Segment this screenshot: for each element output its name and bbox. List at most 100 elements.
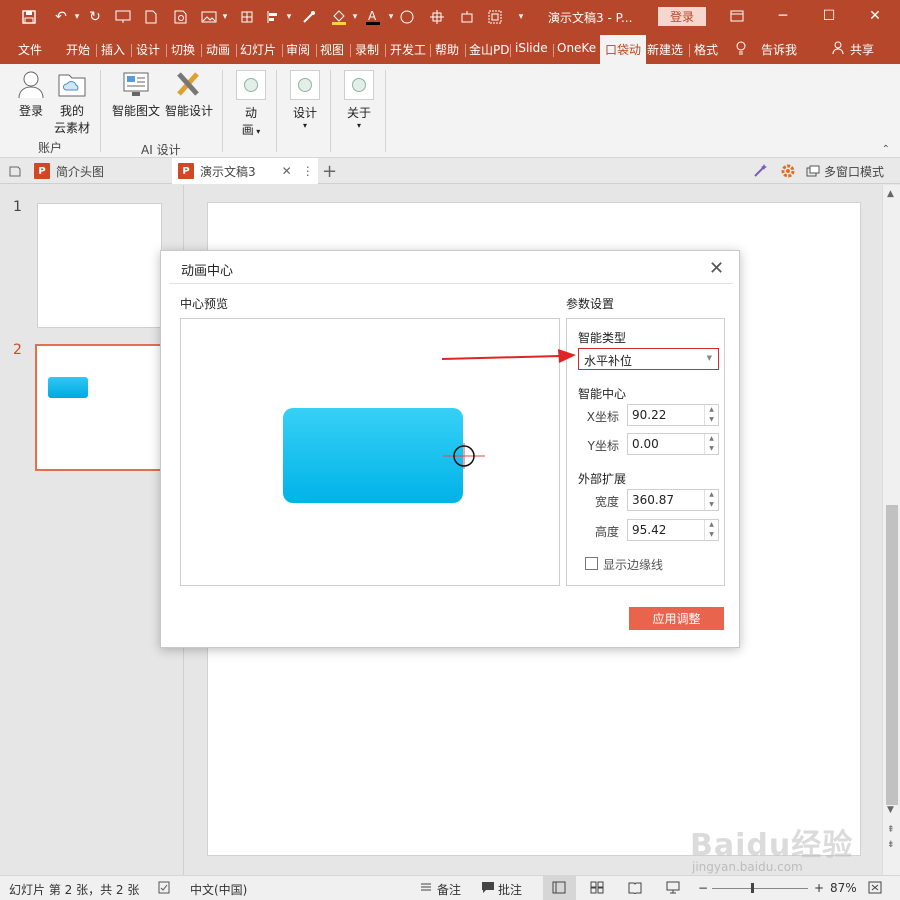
print-preview-icon[interactable]: [170, 7, 192, 27]
spinner-arrows-icon[interactable]: ▲ ▼: [704, 434, 718, 454]
language-indicator[interactable]: 中文(中国): [190, 881, 247, 898]
present-icon[interactable]: [112, 7, 134, 27]
zoom-level[interactable]: 87%: [830, 881, 857, 895]
slide-thumbnail-2[interactable]: [35, 344, 163, 471]
new-tab-icon[interactable]: +: [322, 158, 337, 184]
close-icon[interactable]: ✕: [860, 5, 890, 27]
tab-file[interactable]: 文件: [18, 41, 42, 58]
smart-design-button[interactable]: 智能设计: [162, 70, 216, 119]
align-dropdown-icon[interactable]: ▾: [278, 7, 300, 27]
doc-tab-presentation3[interactable]: P 演示文稿3 ✕ ⋮: [172, 158, 318, 184]
apply-button[interactable]: 应用调整: [629, 607, 724, 630]
eyedropper-icon[interactable]: [298, 7, 320, 27]
picture-dropdown-icon[interactable]: ▾: [214, 7, 236, 27]
tab-review[interactable]: 审阅: [286, 41, 310, 58]
maximize-icon[interactable]: ☐: [814, 5, 844, 27]
tab-transitions[interactable]: 切换: [171, 41, 195, 58]
tab-help[interactable]: 帮助: [435, 41, 459, 58]
next-slide-icon[interactable]: ⇟: [887, 840, 895, 850]
tab-separator: [689, 44, 690, 57]
normal-view-icon[interactable]: [543, 876, 576, 900]
tab-format[interactable]: 格式: [694, 41, 718, 58]
multi-window-button[interactable]: 多窗口模式: [806, 158, 884, 184]
prev-slide-icon[interactable]: ⇞: [887, 825, 895, 835]
share-button[interactable]: 共享: [850, 41, 874, 58]
tab-new-select[interactable]: 新建选: [647, 41, 683, 58]
login-ribbon-button[interactable]: 登录: [14, 70, 48, 119]
comments-icon[interactable]: [481, 881, 495, 896]
x-coordinate-input[interactable]: 90.22 ▲ ▼: [627, 404, 719, 426]
minimize-icon[interactable]: ─: [768, 5, 798, 27]
tab-animations[interactable]: 动画: [206, 41, 230, 58]
my-cloud-button[interactable]: 我的 云素材: [54, 70, 90, 136]
new-file-icon[interactable]: [140, 7, 162, 27]
tab-developer[interactable]: 开发工: [390, 41, 426, 58]
tab-record[interactable]: 录制: [355, 41, 379, 58]
about-button[interactable]: 关于 ▾: [342, 70, 376, 130]
spell-check-icon[interactable]: [158, 881, 172, 897]
smart-type-select[interactable]: 水平补位 ▼: [578, 348, 719, 370]
pin-icon[interactable]: [8, 158, 22, 184]
zoom-slider-thumb[interactable]: [751, 883, 754, 893]
spinner-arrows-icon[interactable]: ▲ ▼: [704, 490, 718, 510]
redo-icon[interactable]: ↻: [84, 7, 106, 27]
ribbon-display-icon[interactable]: [722, 5, 752, 27]
tools-icon[interactable]: [456, 7, 478, 27]
notes-icon[interactable]: [420, 881, 432, 896]
customize-qa-icon[interactable]: ▾: [510, 7, 532, 27]
ribbon-separator: [100, 70, 101, 152]
show-edge-checkbox[interactable]: [585, 557, 598, 570]
title-bar: ↶ ▾ ↻ ▾ ▾ ▾ A ▾ ▾ 演示文稿3 - P... 登录 ─ ☐ ✕: [0, 0, 900, 35]
doc-tab-intro[interactable]: P 简介头图: [34, 158, 170, 184]
scroll-thumb[interactable]: [886, 505, 898, 805]
tab-onekey[interactable]: OneKe: [557, 41, 596, 55]
close-tab-icon[interactable]: ✕: [282, 164, 292, 178]
collapse-ribbon-icon[interactable]: ⌃: [882, 144, 890, 155]
y-coordinate-input[interactable]: 0.00 ▲ ▼: [627, 433, 719, 455]
tab-view[interactable]: 视图: [320, 41, 344, 58]
tab-insert[interactable]: 插入: [101, 41, 125, 58]
design-button[interactable]: 设计 ▾: [288, 70, 322, 130]
zoom-out-icon[interactable]: −: [698, 881, 708, 895]
animation-button[interactable]: 动 画 ▾: [234, 70, 268, 138]
height-input[interactable]: 95.42 ▲ ▼: [627, 519, 719, 541]
width-input[interactable]: 360.87 ▲ ▼: [627, 489, 719, 511]
magic-icon[interactable]: [752, 158, 768, 184]
dialog-close-icon[interactable]: ✕: [709, 258, 724, 279]
zoom-slider[interactable]: [712, 883, 808, 893]
zoom-in-icon[interactable]: +: [814, 881, 824, 895]
spinner-arrows-icon[interactable]: ▲ ▼: [704, 405, 718, 425]
tab-separator: [350, 44, 351, 57]
pencil-ruler-icon: [174, 70, 204, 98]
slide-sorter-icon[interactable]: [590, 881, 604, 897]
tab-kingsoft-pdf[interactable]: 金山PD: [469, 41, 509, 58]
scroll-down-icon[interactable]: ▼: [887, 805, 894, 815]
save-icon[interactable]: [18, 7, 40, 27]
group-icon[interactable]: [484, 7, 506, 27]
more-icon[interactable]: ⋮: [302, 164, 314, 178]
vertical-scrollbar[interactable]: ▲ ▼ ⇞ ⇟: [882, 185, 900, 875]
reading-view-icon[interactable]: [628, 881, 642, 897]
circle-shape-icon[interactable]: [396, 7, 418, 27]
fit-to-window-icon[interactable]: [868, 881, 882, 897]
tab-design[interactable]: 设计: [136, 41, 160, 58]
settings-gear-icon[interactable]: [780, 158, 796, 184]
notes-button[interactable]: 备注: [437, 881, 461, 898]
tab-slideshow[interactable]: 幻灯片: [240, 41, 276, 58]
slide-thumbnail-1[interactable]: [37, 203, 162, 328]
grid-icon[interactable]: [236, 7, 258, 27]
tab-home[interactable]: 开始: [66, 41, 90, 58]
smart-graphic-button[interactable]: 智能图文: [108, 70, 164, 119]
tell-me-search[interactable]: 告诉我: [761, 41, 797, 58]
smart-center-label: 智能中心: [578, 387, 627, 401]
tab-islide[interactable]: iSlide: [515, 41, 548, 55]
chevron-down-icon: ▾: [302, 121, 307, 130]
center-crosshair-icon[interactable]: [443, 443, 485, 469]
spinner-arrows-icon[interactable]: ▲ ▼: [704, 520, 718, 540]
slideshow-view-icon[interactable]: [666, 881, 680, 897]
login-button[interactable]: 登录: [658, 7, 706, 26]
tab-pocket-animation[interactable]: 口袋动: [600, 35, 647, 64]
comments-button[interactable]: 批注: [498, 881, 522, 898]
scroll-up-icon[interactable]: ▲: [887, 189, 894, 199]
crop-icon[interactable]: [426, 7, 448, 27]
